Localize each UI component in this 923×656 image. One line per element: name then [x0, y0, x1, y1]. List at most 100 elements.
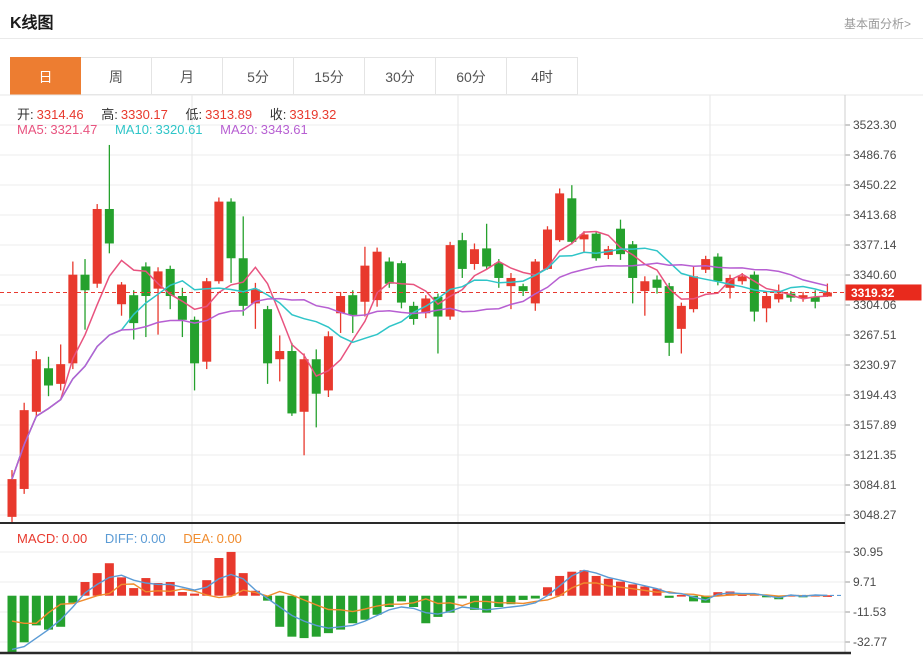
candle[interactable]: [190, 317, 199, 391]
macd-bar[interactable]: [129, 588, 138, 596]
high-value: 3330.17: [121, 107, 168, 122]
candle[interactable]: [117, 282, 126, 316]
candle[interactable]: [373, 248, 382, 307]
macd-bar[interactable]: [677, 595, 686, 597]
candle[interactable]: [214, 197, 223, 283]
low-label: 低:: [186, 107, 203, 122]
macd-bar[interactable]: [628, 584, 637, 595]
y-axis-label: 3048.27: [853, 508, 897, 522]
candle[interactable]: [701, 256, 710, 273]
macd-bar[interactable]: [312, 596, 321, 637]
candle[interactable]: [287, 343, 296, 416]
macd-bar[interactable]: [8, 596, 17, 652]
candle[interactable]: [105, 145, 114, 253]
macd-bar[interactable]: [141, 578, 150, 596]
candle[interactable]: [93, 204, 102, 288]
macd-bar[interactable]: [300, 596, 309, 638]
ma10-line: [12, 248, 827, 479]
candle[interactable]: [811, 290, 820, 308]
candle[interactable]: [178, 288, 187, 337]
macd-bar[interactable]: [20, 596, 29, 643]
open-value: 3314.46: [37, 107, 84, 122]
macd-bar[interactable]: [214, 558, 223, 596]
y-axis-label: 3194.43: [853, 388, 897, 402]
macd-bar[interactable]: [275, 596, 284, 627]
candle[interactable]: [56, 344, 65, 390]
ohlc-readout: 开:3314.46 高:3330.17 低:3313.89 收:3319.32: [17, 104, 350, 123]
candle[interactable]: [665, 283, 674, 356]
ma20-value: 3343.61: [261, 122, 308, 137]
macd-bar[interactable]: [190, 594, 199, 596]
macd-pane: 30.959.71-11.53-32.77: [0, 545, 887, 649]
candle[interactable]: [774, 285, 783, 303]
diff-label: DIFF:: [105, 531, 138, 546]
candle[interactable]: [677, 303, 686, 354]
candle[interactable]: [762, 293, 771, 323]
candle[interactable]: [640, 276, 649, 315]
candle[interactable]: [531, 259, 540, 311]
macd-bar[interactable]: [543, 587, 552, 595]
y-axis-label: 3157.89: [853, 418, 897, 432]
macd-bar[interactable]: [604, 579, 613, 596]
open-label: 开:: [17, 107, 34, 122]
candle[interactable]: [519, 284, 528, 296]
candle[interactable]: [567, 185, 576, 244]
macd-bar[interactable]: [68, 596, 77, 603]
candle[interactable]: [239, 216, 248, 315]
high-label: 高:: [101, 107, 118, 122]
current-price-badge: 3319.32: [846, 284, 922, 300]
candle[interactable]: [616, 220, 625, 260]
candle[interactable]: [227, 198, 236, 283]
macd-bar[interactable]: [616, 582, 625, 596]
candle[interactable]: [263, 306, 272, 384]
ma-readout: MA5:3321.47 MA10:3320.61 MA20:3343.61: [17, 122, 322, 137]
candle[interactable]: [470, 243, 479, 269]
candle[interactable]: [202, 278, 211, 369]
macd-readout: MACD:0.00 DIFF:0.00 DEA:0.00: [17, 531, 256, 546]
candle[interactable]: [360, 247, 369, 317]
macd-bar[interactable]: [531, 596, 540, 599]
macd-bar[interactable]: [336, 596, 345, 630]
candle[interactable]: [799, 292, 808, 302]
close-label: 收:: [270, 107, 287, 122]
candle[interactable]: [555, 188, 564, 241]
macd-bar[interactable]: [178, 592, 187, 596]
candle[interactable]: [348, 290, 357, 333]
candle[interactable]: [653, 275, 662, 293]
macd-bar[interactable]: [458, 596, 467, 599]
candle[interactable]: [44, 357, 53, 396]
chart-canvas[interactable]: 3523.303486.763450.223413.683377.143340.…: [0, 0, 923, 656]
dea-label: DEA:: [183, 531, 213, 546]
y-axis-label: 3377.14: [853, 238, 897, 252]
macd-value: 0.00: [62, 531, 87, 546]
macd-bar[interactable]: [397, 596, 406, 602]
ma5-label: MA5:: [17, 122, 47, 137]
macd-label: MACD:: [17, 531, 59, 546]
candle[interactable]: [324, 331, 333, 397]
macd-axis-label: 9.71: [853, 575, 877, 589]
candle[interactable]: [275, 335, 284, 381]
macd-bar[interactable]: [348, 596, 357, 624]
candlestick-series: [8, 145, 832, 530]
close-value: 3319.32: [289, 107, 336, 122]
kline-svg: 3523.303486.763450.223413.683377.143340.…: [0, 0, 923, 656]
macd-axis-label: -11.53: [853, 605, 886, 619]
ma10-value: 3320.61: [156, 122, 203, 137]
candle[interactable]: [312, 349, 321, 427]
candle[interactable]: [154, 267, 163, 334]
candle[interactable]: [32, 351, 41, 417]
macd-bar[interactable]: [665, 596, 674, 598]
candle[interactable]: [300, 353, 309, 455]
candle[interactable]: [689, 266, 698, 312]
candle[interactable]: [458, 233, 467, 278]
macd-bar[interactable]: [519, 596, 528, 600]
macd-axis-label: -32.77: [853, 635, 887, 649]
macd-bar[interactable]: [592, 576, 601, 596]
dea-value: 0.00: [217, 531, 242, 546]
candle[interactable]: [81, 259, 90, 330]
candle[interactable]: [482, 224, 491, 270]
candle[interactable]: [592, 231, 601, 261]
macd-bar[interactable]: [494, 596, 503, 607]
candle[interactable]: [628, 241, 637, 303]
candle[interactable]: [20, 403, 29, 494]
